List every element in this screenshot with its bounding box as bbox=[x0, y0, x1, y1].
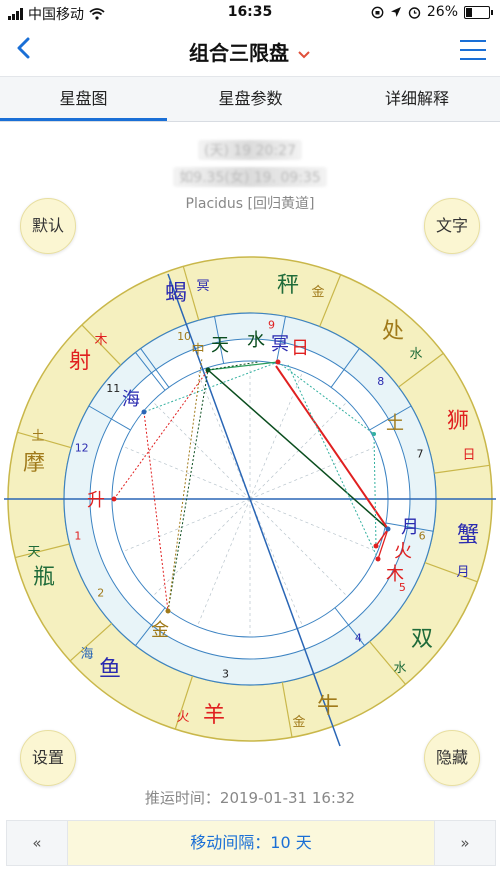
ruler-gemini: 水 bbox=[393, 661, 406, 676]
sign-aries: 羊 bbox=[203, 703, 225, 728]
sign-pisces: 鱼 bbox=[99, 657, 121, 682]
sign-cancer: 蟹 bbox=[457, 523, 479, 548]
interval-selector[interactable]: 移动间隔：10 天 bbox=[67, 821, 435, 865]
battery-percent: 26% bbox=[426, 4, 458, 20]
nav-bar: 组合三限盘 bbox=[0, 26, 500, 76]
ruler-libra: 金 bbox=[311, 284, 324, 300]
planet-mercury: 水 bbox=[247, 330, 265, 351]
ruler-leo: 日 bbox=[462, 448, 475, 463]
chevron-down-icon bbox=[298, 50, 310, 58]
planet-pluto: 冥 bbox=[271, 334, 289, 355]
planet-sun: 日 bbox=[291, 338, 309, 359]
chart-info-line2: 如9.35(女) 19. 09:35 bbox=[0, 167, 500, 187]
house-number: 3 bbox=[222, 667, 229, 680]
sign-virgo: 处 bbox=[382, 319, 404, 344]
default-button[interactable]: 默认 bbox=[20, 198, 76, 254]
planet-venus: 金 bbox=[151, 620, 169, 641]
planet-jupiter: 木 bbox=[386, 564, 404, 585]
ruler-taurus: 金 bbox=[292, 714, 305, 730]
footer-controls: « 移动间隔：10 天 » bbox=[6, 820, 496, 866]
planet-ascendant: 升 bbox=[87, 490, 105, 511]
sign-aquarius: 瓶 bbox=[33, 565, 55, 590]
planet-mars: 火 bbox=[394, 541, 412, 562]
tab-chart[interactable]: 星盘图 bbox=[0, 77, 167, 121]
house-number: 12 bbox=[75, 442, 89, 455]
planet-moon: 月 bbox=[401, 517, 419, 538]
battery-icon bbox=[464, 5, 493, 19]
chart-svg: 123456789101112 秤 金 处 水 狮 日 蟹 月 双 水 牛 金 … bbox=[4, 256, 496, 747]
sign-libra: 秤 bbox=[277, 273, 299, 298]
rotation-lock-icon bbox=[371, 6, 384, 18]
prev-button[interactable]: « bbox=[7, 821, 68, 865]
push-time-label: 推运时间：2019-01-31 16:32 bbox=[144, 789, 356, 807]
status-bar: 中国移动 16:35 26% bbox=[0, 0, 500, 26]
ruler-sagittarius: 木 bbox=[94, 333, 107, 348]
sign-taurus: 牛 bbox=[317, 694, 339, 719]
ruler-pisces: 海 bbox=[80, 647, 93, 662]
ruler-virgo: 水 bbox=[409, 347, 422, 362]
house-number: 2 bbox=[97, 586, 104, 599]
tab-bar: 星盘图 星盘参数 详细解释 bbox=[0, 76, 500, 122]
planet-saturn: 土 bbox=[386, 413, 404, 434]
house-number: 1 bbox=[74, 530, 81, 543]
sign-scorpio: 蝎 bbox=[165, 281, 187, 306]
text-button[interactable]: 文字 bbox=[424, 198, 480, 254]
ruler-scorpio: 冥 bbox=[196, 279, 209, 294]
house-system-label: Placidus [回归黄道] bbox=[185, 196, 315, 212]
ruler-aquarius: 天 bbox=[27, 545, 40, 560]
astrology-chart[interactable]: 1 2 3 4 5 6 7 8 9 10 11 12 秤 金 处 水 狮 日 蟹… bbox=[0, 250, 500, 750]
location-icon bbox=[390, 7, 401, 17]
page-title-dropdown[interactable]: 组合三限盘 bbox=[0, 37, 500, 66]
house-number: 11 bbox=[106, 382, 120, 395]
alarm-icon bbox=[408, 6, 421, 19]
sign-gemini: 双 bbox=[411, 627, 433, 652]
sign-sagittarius: 射 bbox=[69, 349, 91, 374]
tab-parameters[interactable]: 星盘参数 bbox=[167, 77, 334, 121]
tab-explanation[interactable]: 详细解释 bbox=[334, 77, 500, 121]
ruler-aries: 火 bbox=[176, 710, 189, 725]
menu-icon bbox=[460, 40, 486, 42]
status-right: 26% bbox=[371, 4, 493, 20]
house-number: 8 bbox=[377, 375, 384, 388]
planet-mc: 中 bbox=[191, 343, 204, 358]
planet-uranus: 天 bbox=[211, 335, 229, 356]
chart-info-line1: (天) 19 20:27 bbox=[0, 140, 500, 160]
sign-leo: 狮 bbox=[447, 409, 469, 434]
planet-neptune: 海 bbox=[122, 389, 140, 410]
ruler-capricorn: 土 bbox=[31, 429, 44, 444]
next-button[interactable]: » bbox=[434, 821, 495, 865]
house-number: 7 bbox=[417, 447, 424, 460]
sign-capricorn: 摩 bbox=[23, 451, 45, 476]
house-number: 4 bbox=[355, 632, 362, 645]
house-number: 9 bbox=[268, 318, 275, 331]
page-title: 组合三限盘 bbox=[189, 41, 289, 65]
house-number: 6 bbox=[419, 530, 426, 543]
ruler-cancer: 月 bbox=[456, 565, 469, 580]
menu-button[interactable] bbox=[460, 40, 486, 60]
